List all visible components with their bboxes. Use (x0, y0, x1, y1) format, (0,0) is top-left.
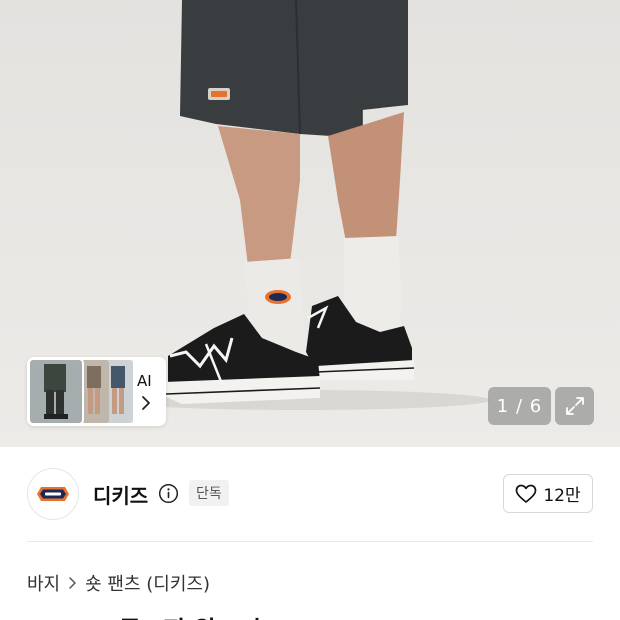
info-icon[interactable] (158, 483, 179, 504)
like-button[interactable]: 12만 (503, 474, 593, 513)
expand-icon (565, 397, 584, 415)
brand-name[interactable]: 디키즈 (93, 480, 148, 509)
expand-button[interactable] (555, 387, 594, 425)
divider (27, 541, 593, 542)
like-count: 12만 (543, 486, 581, 506)
breadcrumb-category[interactable]: 바지 (27, 570, 60, 596)
ai-label: AI (137, 372, 152, 390)
product-title: 13328 루즈핏 워크 숏 ... (27, 610, 593, 620)
ai-similar-thumbnail-card[interactable]: AI (27, 357, 166, 426)
thumbnail-image (28, 358, 84, 425)
breadcrumb-subcategory[interactable]: 숏 팬츠 (디키즈) (85, 570, 210, 596)
brand-logo[interactable] (27, 468, 79, 520)
breadcrumb: 바지 숏 팬츠 (디키즈) (27, 570, 210, 596)
product-image-gallery[interactable]: AI 1 / 6 (0, 0, 620, 447)
exclusive-badge: 단독 (189, 480, 229, 506)
thumbnail-image (79, 360, 109, 423)
image-counter: 1 / 6 (488, 387, 551, 425)
heart-icon (516, 484, 537, 503)
brand-row: 디키즈 단독 12만 (0, 447, 620, 541)
thumbnail-image (105, 360, 133, 423)
chevron-right-icon (69, 577, 76, 589)
chevron-right-icon (142, 396, 150, 410)
dickies-logo-icon (37, 487, 69, 501)
